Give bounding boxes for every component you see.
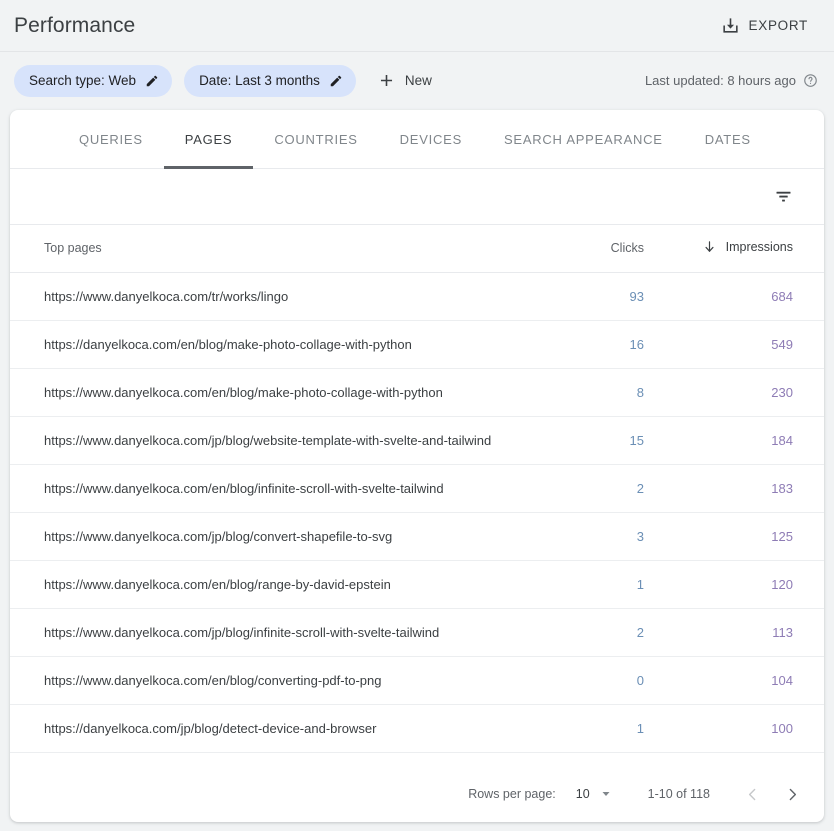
pagination-bar: Rows per page: 10 1-10 of 118 — [10, 766, 824, 822]
export-button[interactable]: EXPORT — [711, 9, 818, 42]
cell-page: https://danyelkoca.com/jp/blog/detect-de… — [10, 704, 520, 753]
filter-funnel-icon — [773, 186, 794, 207]
cell-page: https://www.danyelkoca.com/en/blog/range… — [10, 560, 520, 609]
performance-card: QUERIES PAGES COUNTRIES DEVICES SEARCH A… — [10, 110, 824, 822]
table-container: Top pages Clicks Impressions https://www… — [10, 225, 824, 766]
table-row[interactable]: https://www.danyelkoca.com/jp/blog/websi… — [10, 416, 824, 465]
sort-wrapper: Impressions — [702, 239, 793, 254]
performance-table: Top pages Clicks Impressions https://www… — [10, 225, 824, 753]
tab-label: COUNTRIES — [274, 131, 358, 147]
cell-clicks: 8 — [520, 368, 664, 417]
rows-per-page-value: 10 — [575, 787, 590, 801]
cell-impressions: 183 — [664, 464, 824, 513]
cell-page: https://www.danyelkoca.com/jp/blog/infin… — [10, 608, 520, 657]
tab-label: SEARCH APPEARANCE — [504, 131, 663, 147]
table-row[interactable]: https://www.danyelkoca.com/tr/works/ling… — [10, 272, 824, 321]
cell-clicks: 0 — [520, 656, 664, 705]
last-updated-label: Last updated: 8 hours ago — [644, 73, 796, 88]
pencil-icon — [145, 74, 159, 88]
filter-bar: Search type: Web Date: Last 3 months New… — [0, 52, 834, 109]
table-head: Top pages Clicks Impressions — [10, 225, 824, 273]
tab-bar: QUERIES PAGES COUNTRIES DEVICES SEARCH A… — [10, 110, 824, 169]
cell-clicks: 2 — [520, 608, 664, 657]
cell-clicks: 1 — [520, 560, 664, 609]
tab-label: PAGES — [184, 131, 233, 147]
cell-impressions: 230 — [664, 368, 824, 417]
pagination-range: 1-10 of 118 — [647, 787, 710, 801]
table-row[interactable]: https://www.danyelkoca.com/en/blog/make-… — [10, 368, 824, 417]
chevron-left-icon — [744, 786, 761, 803]
table-header-row: Top pages Clicks Impressions — [10, 225, 824, 273]
cell-impressions: 113 — [664, 608, 824, 657]
filter-chip-search-type[interactable]: Search type: Web — [14, 64, 173, 97]
previous-page-button[interactable] — [732, 774, 772, 814]
column-header-top-pages[interactable]: Top pages — [10, 225, 520, 273]
performance-page: Performance EXPORT Search type: Web Date… — [0, 0, 834, 831]
cell-clicks: 3 — [520, 512, 664, 561]
next-page-button[interactable] — [772, 774, 812, 814]
table-row[interactable]: https://www.danyelkoca.com/en/blog/conve… — [10, 656, 824, 705]
tab-label: QUERIES — [79, 131, 143, 147]
table-row[interactable]: https://www.danyelkoca.com/jp/blog/conve… — [10, 512, 824, 561]
filter-chip-date[interactable]: Date: Last 3 months — [184, 64, 356, 97]
cell-impressions: 120 — [664, 560, 824, 609]
last-updated: Last updated: 8 hours ago — [645, 73, 818, 88]
tab-queries[interactable]: QUERIES — [58, 110, 164, 168]
cell-clicks: 15 — [520, 416, 664, 465]
filter-button[interactable] — [764, 178, 802, 216]
tab-label: DATES — [704, 131, 751, 147]
cell-impressions: 184 — [664, 416, 824, 465]
cell-page: https://www.danyelkoca.com/jp/blog/websi… — [10, 416, 520, 465]
table-row[interactable]: https://www.danyelkoca.com/jp/blog/infin… — [10, 608, 824, 657]
chevron-down-icon — [600, 788, 612, 800]
cell-clicks: 1 — [520, 704, 664, 753]
filter-chip-label: Search type: Web — [29, 73, 137, 88]
cell-clicks: 93 — [520, 272, 664, 321]
tab-pages[interactable]: PAGES — [163, 110, 254, 169]
rows-per-page-label: Rows per page: — [468, 787, 556, 801]
help-circle-icon[interactable] — [803, 73, 818, 88]
table-row[interactable]: https://www.danyelkoca.com/en/blog/range… — [10, 560, 824, 609]
add-new-filter-button[interactable]: New — [368, 65, 445, 97]
tab-dates[interactable]: DATES — [684, 110, 772, 168]
tab-countries[interactable]: COUNTRIES — [253, 110, 378, 168]
column-header-label: Impressions — [725, 239, 793, 254]
cell-impressions: 549 — [664, 320, 824, 369]
cell-impressions: 104 — [664, 656, 824, 705]
table-row[interactable]: https://danyelkoca.com/en/blog/make-phot… — [10, 320, 824, 369]
add-new-filter-label: New — [404, 73, 432, 88]
column-header-impressions[interactable]: Impressions — [664, 225, 824, 273]
filter-chip-label: Date: Last 3 months — [199, 73, 320, 88]
tab-search-appearance[interactable]: SEARCH APPEARANCE — [483, 110, 684, 168]
arrow-down-icon — [702, 239, 717, 254]
pencil-icon — [329, 74, 343, 88]
cell-page: https://www.danyelkoca.com/en/blog/infin… — [10, 464, 520, 513]
cell-impressions: 684 — [664, 272, 824, 321]
column-header-label: Top pages — [44, 241, 102, 256]
cell-clicks: 16 — [520, 320, 664, 369]
table-row[interactable]: https://www.danyelkoca.com/en/blog/infin… — [10, 464, 824, 513]
tab-devices[interactable]: DEVICES — [379, 110, 483, 168]
download-icon — [721, 16, 740, 35]
cell-clicks: 2 — [520, 464, 664, 513]
tab-label: DEVICES — [399, 131, 462, 147]
export-label: EXPORT — [748, 18, 808, 33]
cell-page: https://danyelkoca.com/en/blog/make-phot… — [10, 320, 520, 369]
cell-impressions: 100 — [664, 704, 824, 753]
rows-per-page-select[interactable]: 10 — [568, 781, 618, 807]
page-title: Performance — [14, 13, 136, 37]
cell-page: https://www.danyelkoca.com/en/blog/make-… — [10, 368, 520, 417]
column-header-label: Clicks — [610, 241, 644, 256]
plus-icon — [377, 71, 396, 90]
title-bar: Performance EXPORT — [0, 0, 834, 52]
table-body: https://www.danyelkoca.com/tr/works/ling… — [10, 272, 824, 753]
cell-page: https://www.danyelkoca.com/tr/works/ling… — [10, 272, 520, 321]
column-header-clicks[interactable]: Clicks — [520, 225, 664, 273]
table-row[interactable]: https://danyelkoca.com/jp/blog/detect-de… — [10, 704, 824, 753]
cell-page: https://www.danyelkoca.com/jp/blog/conve… — [10, 512, 520, 561]
cell-page: https://www.danyelkoca.com/en/blog/conve… — [10, 656, 520, 705]
chevron-right-icon — [784, 786, 801, 803]
cell-impressions: 125 — [664, 512, 824, 561]
table-toolbar — [10, 169, 824, 225]
